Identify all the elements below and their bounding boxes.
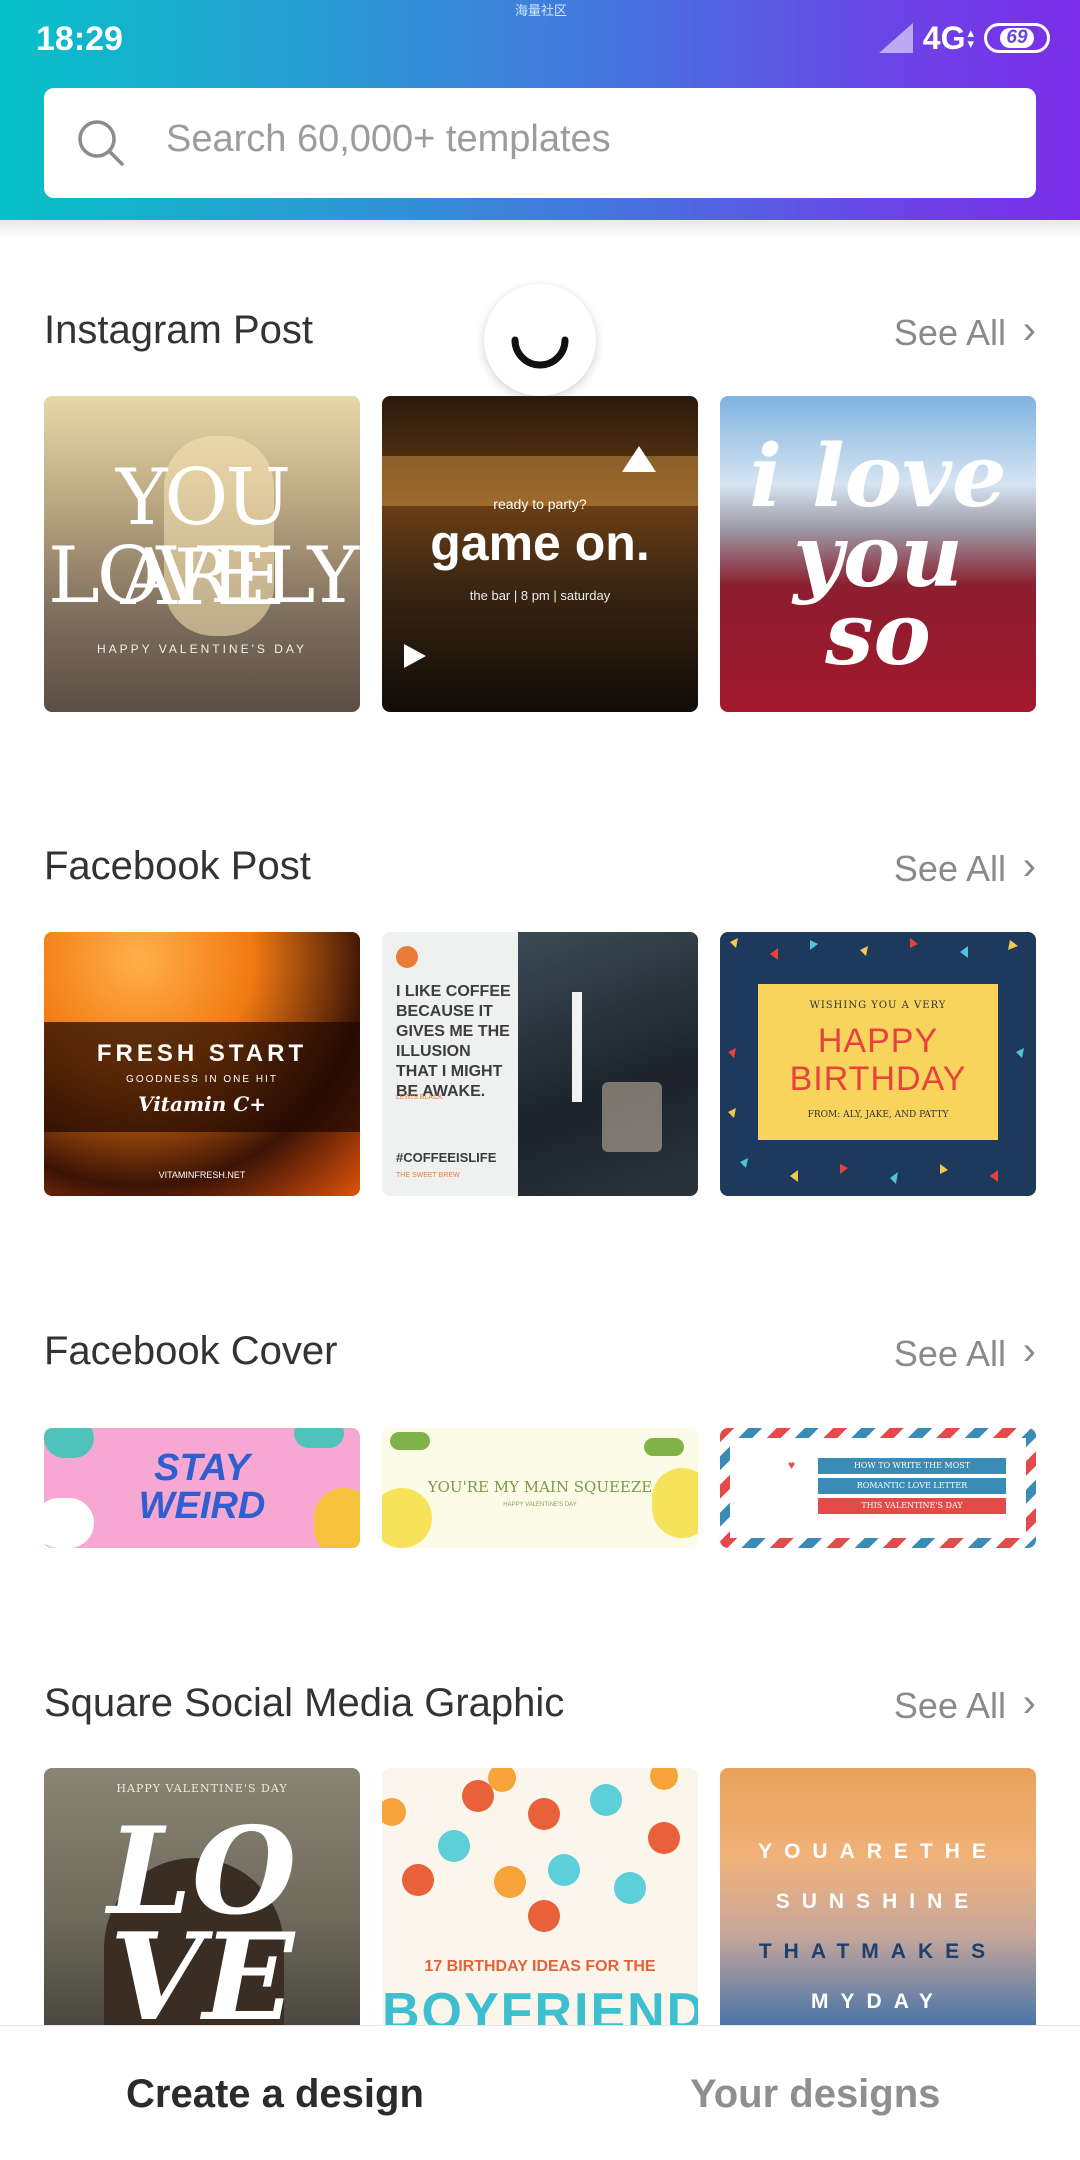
card-text-line3: THATMAKES <box>758 1940 998 1963</box>
card-text-line1: HOW TO WRITE THE MOST <box>818 1458 1006 1474</box>
card-text-line1: 17 BIRTHDAY IDEAS FOR THE <box>424 1958 656 1975</box>
template-card-i-love-you-so[interactable]: i love you so <box>720 396 1036 712</box>
template-card-love-letter[interactable]: ♥ HOW TO WRITE THE MOST ROMANTIC LOVE LE… <box>720 1428 1036 1548</box>
tab-your-designs[interactable]: Your designs <box>690 2072 940 2117</box>
chevron-right-icon[interactable]: › <box>1023 308 1036 353</box>
tab-create-a-design[interactable]: Create a design <box>126 2072 424 2117</box>
leaf-right <box>644 1438 684 1456</box>
polka-dots <box>382 1768 680 1932</box>
template-card-boyfriend-ideas[interactable]: 17 BIRTHDAY IDEAS FOR THE BOYFRIEND <box>382 1768 698 2068</box>
chevron-right-icon[interactable]: › <box>1023 844 1036 889</box>
triangle-icon <box>622 446 656 472</box>
card-text-line2: LOVELY <box>48 531 359 621</box>
card-quote-text: I LIKE COFFEE BECAUSE IT GIVES ME THE IL… <box>396 983 511 1100</box>
status-time: 18:29 <box>36 20 123 58</box>
battery-level: 69 <box>1000 28 1034 48</box>
signal-icon <box>878 23 913 53</box>
template-card-main-squeeze[interactable]: YOU'RE MY MAIN SQUEEZE HAPPY VALENTINE'S… <box>382 1428 698 1548</box>
template-card-stay-weird[interactable]: STAY WEIRD <box>44 1428 360 1548</box>
card-text-line1: YOUARETHE <box>758 1840 998 1863</box>
card-text-line2: HAPPY <box>817 1022 939 1060</box>
see-all-square-social[interactable]: See All <box>894 1685 1006 1727</box>
section-title-facebook-post: Facebook Post <box>44 844 311 888</box>
battery-icon: 69 <box>984 23 1050 53</box>
section-title-square-social: Square Social Media Graphic <box>44 1681 565 1725</box>
card-quote-author: LEWIS BLACK <box>396 1094 443 1101</box>
milk-stream <box>572 992 582 1102</box>
card-text-line1: FRESH START <box>96 1040 308 1067</box>
card-text-line1: WISHING YOU A VERY <box>809 1000 947 1011</box>
see-all-facebook-cover[interactable]: See All <box>894 1333 1006 1375</box>
template-card-coffee-quote[interactable]: I LIKE COFFEE BECAUSE IT GIVES ME THE IL… <box>382 932 698 1196</box>
card-text-line2: GOODNESS IN ONE HIT <box>126 1074 278 1085</box>
cup-logo-icon <box>396 946 418 968</box>
template-card-game-on[interactable]: ready to party? game on. the bar | 8 pm … <box>382 396 698 712</box>
template-card-happy-birthday[interactable]: WISHING YOU A VERY HAPPY BIRTHDAY FROM: … <box>720 932 1036 1196</box>
card-text-sub: the bar | 8 pm | saturday <box>469 588 611 603</box>
section-title-facebook-cover: Facebook Cover <box>44 1329 338 1373</box>
search-bar[interactable]: Search 60,000+ templates <box>44 88 1036 198</box>
template-card-fresh-start[interactable]: FRESH START GOODNESS IN ONE HIT Vitamin … <box>44 932 360 1196</box>
network-type: 4G <box>922 19 966 56</box>
app-header: 18:29 海量社区 4G ▴ ▾ 69 Search 60,000+ templ… <box>0 0 1080 220</box>
data-arrows-icon: ▴ ▾ <box>967 25 974 51</box>
leaf-left <box>390 1432 430 1450</box>
card-text-line2: SUNSHINE <box>775 1890 981 1913</box>
card-text-line3: Vitamin C+ <box>138 1092 266 1116</box>
lemon-left <box>382 1488 432 1548</box>
card-text-line3: BIRTHDAY <box>789 1060 967 1098</box>
glass <box>602 1082 662 1152</box>
spinner-arc-icon <box>511 336 569 369</box>
template-card-you-are-lovely[interactable]: YOU ARE LOVELY HAPPY VALENTINE'S DAY <box>44 396 360 712</box>
loading-spinner <box>484 284 596 396</box>
card-text-line4: MYDAY <box>811 1990 945 2013</box>
carrier-label: 海量社区 <box>515 3 568 18</box>
section-title-instagram-post: Instagram Post <box>44 308 314 352</box>
template-card-sunshine[interactable]: YOUARETHE SUNSHINE THATMAKES MYDAY <box>720 1768 1036 2068</box>
card-text-line2: HAPPY VALENTINE'S DAY <box>503 1502 577 1508</box>
card-text-line3: so <box>825 584 931 685</box>
card-text-line1: YOU'RE MY MAIN SQUEEZE <box>427 1478 653 1496</box>
chevron-right-icon[interactable]: › <box>1023 1681 1036 1726</box>
card-text-line3: HAPPY VALENTINE'S DAY <box>96 642 307 656</box>
card-text-line2: ROMANTIC LOVE LETTER <box>818 1478 1006 1494</box>
coffee-photo <box>518 932 698 1196</box>
card-text-line4: VITAMINFRESH.NET <box>158 1170 246 1180</box>
play-icon <box>404 644 426 668</box>
card-text-line2: WEIRD <box>138 1485 266 1527</box>
heart-icon: ♥ <box>788 1458 796 1472</box>
card-hashtag: #COFFEEISLIFE <box>396 1150 497 1165</box>
card-text-line1: STAY <box>154 1447 250 1489</box>
card-text-main: game on. <box>430 515 650 571</box>
card-text-line1: HAPPY VALENTINE'S DAY <box>116 1782 288 1795</box>
card-text-line4: FROM: ALY, JAKE, AND PATTY <box>807 1110 949 1120</box>
see-all-facebook-post[interactable]: See All <box>894 848 1006 890</box>
card-text-small: ready to party? <box>493 496 587 512</box>
card-text-line3: THIS VALENTINE'S DAY <box>818 1498 1006 1514</box>
header-shadow <box>0 220 1080 238</box>
card-text-line3: VE <box>109 1907 295 2048</box>
blob-teal <box>294 1428 344 1448</box>
search-placeholder: Search 60,000+ templates <box>166 118 611 160</box>
template-card-love[interactable]: HAPPY VALENTINE'S DAY LO VE <box>44 1768 360 2068</box>
status-indicators: 4G ▴ ▾ 69 <box>878 18 1050 58</box>
chevron-right-icon[interactable]: › <box>1023 1329 1036 1374</box>
search-icon <box>78 120 124 166</box>
card-brand: THE SWEET BREW <box>396 1172 460 1179</box>
see-all-instagram-post[interactable]: See All <box>894 312 1006 354</box>
bottom-tab-bar: Create a design Your designs <box>0 2025 1080 2160</box>
